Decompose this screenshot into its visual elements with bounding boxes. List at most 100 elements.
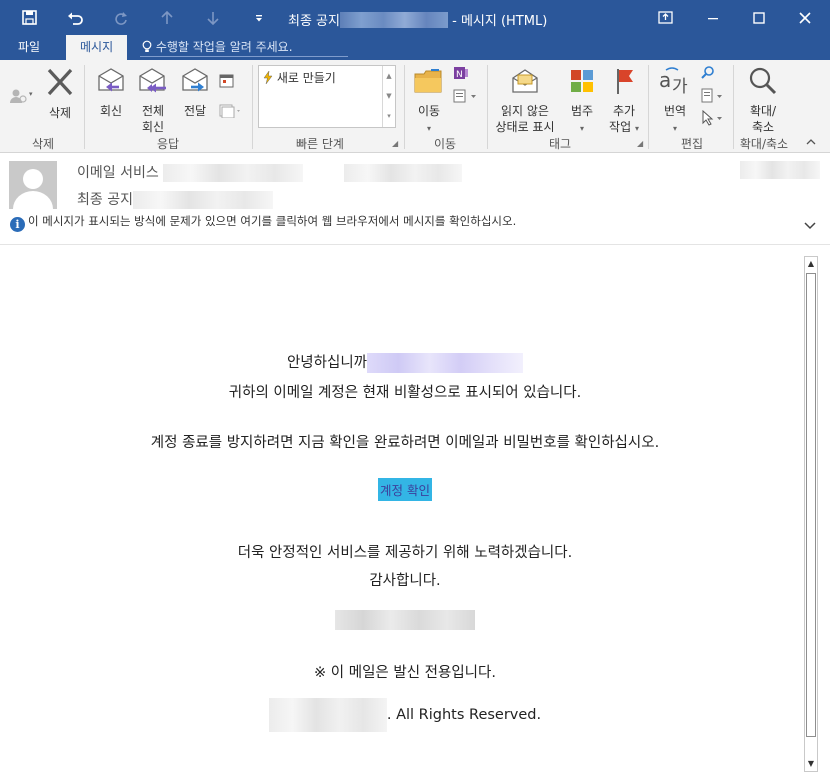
tags-launcher-icon[interactable]: ◢ [637, 139, 643, 148]
follow-up-dropdown-icon[interactable]: ▾ [635, 124, 639, 133]
redacted-recipient [343, 164, 462, 182]
ribbon: ▾ 삭제 삭제 회신 전체 회신 전달 응답 새로 만들기 ▲ ▼ ▾ 빠른 단… [0, 60, 830, 153]
redacted-recipient [339, 12, 448, 28]
expand-gallery-icon[interactable]: ▾ [383, 106, 395, 126]
redacted-date [740, 161, 820, 179]
expand-header-icon[interactable] [804, 218, 816, 234]
categorize-icon [564, 66, 600, 100]
customize-icon[interactable] [244, 0, 274, 35]
confirm-link-wrapper: 계정 확인 [8, 478, 802, 501]
ribbon-display-options-icon[interactable] [642, 0, 688, 35]
reply-button[interactable]: 회신 [92, 66, 130, 119]
tell-me-placeholder: 수행할 작업을 알려 주세요. [155, 40, 293, 54]
mark-unread-button[interactable]: 읽지 않은 상태로 표시 [490, 66, 560, 135]
close-icon[interactable] [782, 0, 828, 35]
up-arrow-icon[interactable] [152, 0, 182, 35]
forward-button[interactable]: 전달 [176, 66, 214, 119]
down-arrow-icon[interactable] [198, 0, 228, 35]
tab-bar: 파일 메시지 수행할 작업을 알려 주세요. [0, 35, 830, 60]
group-label-respond: 응답 [156, 137, 180, 151]
maximize-icon[interactable] [736, 0, 782, 35]
meeting-reply-icon[interactable] [219, 73, 235, 91]
scroll-down-icon[interactable]: ▼ [383, 86, 395, 106]
group-label-delete: 삭제 [31, 137, 55, 151]
translate-icon: a가 [652, 66, 698, 100]
notice-line: ※ 이 메일은 발신 전용입니다. [314, 665, 496, 681]
quick-steps-launcher-icon[interactable]: ◢ [392, 139, 398, 148]
body-line-4: 감사합니다. [369, 573, 441, 589]
reply-all-button[interactable]: 전체 회신 [134, 66, 172, 135]
group-separator [733, 65, 734, 149]
collapse-ribbon-icon[interactable] [806, 138, 816, 149]
quick-steps-gallery[interactable]: 새로 만들기 ▲ ▼ ▾ [258, 65, 396, 128]
translate-button[interactable]: a가 번역 ▾ [652, 66, 698, 137]
vertical-scrollbar[interactable]: ▲ ▼ [804, 256, 818, 772]
redacted-signature [335, 610, 475, 630]
reply-icon [92, 66, 130, 100]
group-separator [404, 65, 405, 149]
ignore-icon[interactable] [9, 88, 27, 107]
save-icon[interactable] [14, 0, 44, 35]
info-text: 이 메시지가 표시되는 방식에 문제가 있으면 여기를 클릭하여 웹 브라우저에… [28, 214, 517, 228]
ignore-dropdown-icon[interactable]: ▾ [29, 90, 33, 98]
greeting-line: 안녕하십니까 [8, 351, 802, 373]
info-bar[interactable]: i이 메시지가 표시되는 방식에 문제가 있으면 여기를 클릭하여 웹 브라우저… [10, 213, 516, 232]
group-separator [252, 65, 253, 149]
related-icon[interactable] [700, 88, 726, 107]
tell-me-search[interactable]: 수행할 작업을 알려 주세요. [140, 38, 348, 57]
quick-steps-scroll[interactable]: ▲ ▼ ▾ [382, 66, 395, 127]
redacted-recipient-name [367, 353, 524, 373]
scroll-up-icon[interactable]: ▲ [383, 66, 395, 86]
move-button[interactable]: 이동 ▾ [410, 66, 448, 137]
copyright-line: . All Rights Reserved. [8, 698, 802, 732]
svg-text:a: a [659, 68, 671, 92]
sender-name: 이메일 서비스 [77, 165, 159, 181]
account-confirm-link[interactable]: 계정 확인 [378, 478, 432, 501]
body-line-1: 귀하의 이메일 계정은 현재 비활성으로 표시되어 있습니다. [228, 385, 582, 401]
tab-message[interactable]: 메시지 [66, 35, 128, 60]
group-label-quick-steps: 빠른 단계 [296, 137, 344, 151]
message-body: 안녕하십니까 귀하의 이메일 계정은 현재 비활성으로 표시되어 있습니다. 계… [8, 250, 802, 774]
group-label-edit: 편집 [680, 137, 704, 151]
sender-avatar [9, 161, 57, 209]
redacted-subject [132, 191, 273, 209]
lightning-icon [263, 70, 277, 85]
magnifier-icon [740, 66, 786, 100]
redacted-company [268, 698, 387, 732]
tab-file[interactable]: 파일 [4, 35, 54, 60]
scroll-down-arrow-icon[interactable]: ▼ [805, 757, 817, 771]
redacted-sender-address [163, 164, 304, 182]
zoom-button[interactable]: 확대/ 축소 [740, 66, 786, 135]
move-folder-icon [410, 66, 448, 100]
undo-icon[interactable] [60, 0, 90, 35]
reply-all-icon [134, 66, 172, 100]
follow-up-button[interactable]: 추가 작업 ▾ [604, 66, 644, 137]
scrollbar-thumb[interactable] [806, 273, 816, 737]
forward-icon [176, 66, 214, 100]
message-header: 이메일 서비스 최종 공지 i이 메시지가 표시되는 방식에 문제가 있으면 여… [0, 153, 830, 245]
svg-text:N: N [456, 70, 463, 80]
redo-icon[interactable] [106, 0, 136, 35]
more-respond-icon[interactable] [219, 104, 243, 121]
move-dropdown-icon[interactable]: ▾ [427, 124, 431, 133]
lightbulb-icon [142, 40, 156, 54]
quick-step-create-new[interactable]: 새로 만들기 [263, 69, 336, 86]
select-icon[interactable] [700, 109, 726, 129]
minimize-icon[interactable] [690, 0, 736, 35]
unread-envelope-icon [490, 66, 560, 100]
find-icon[interactable] [700, 65, 716, 84]
categorize-dropdown-icon[interactable]: ▾ [580, 124, 584, 133]
onenote-icon[interactable]: N [453, 65, 469, 84]
rights-text: . All Rights Reserved. [386, 707, 542, 723]
scroll-up-arrow-icon[interactable]: ▲ [805, 257, 817, 271]
title-bar: 최종 공지 - 메시지 (HTML) [0, 0, 830, 35]
greeting-text: 안녕하십니까 [286, 355, 368, 371]
categorize-button[interactable]: 범주 ▾ [564, 66, 600, 137]
delete-button[interactable]: 삭제 [40, 66, 80, 121]
sender-line: 이메일 서비스 [77, 162, 462, 182]
actions-icon[interactable] [453, 88, 479, 107]
group-label-tags: 태그 [548, 137, 572, 151]
group-separator [487, 65, 488, 149]
delete-x-icon [40, 66, 80, 102]
translate-dropdown-icon[interactable]: ▾ [673, 124, 677, 133]
